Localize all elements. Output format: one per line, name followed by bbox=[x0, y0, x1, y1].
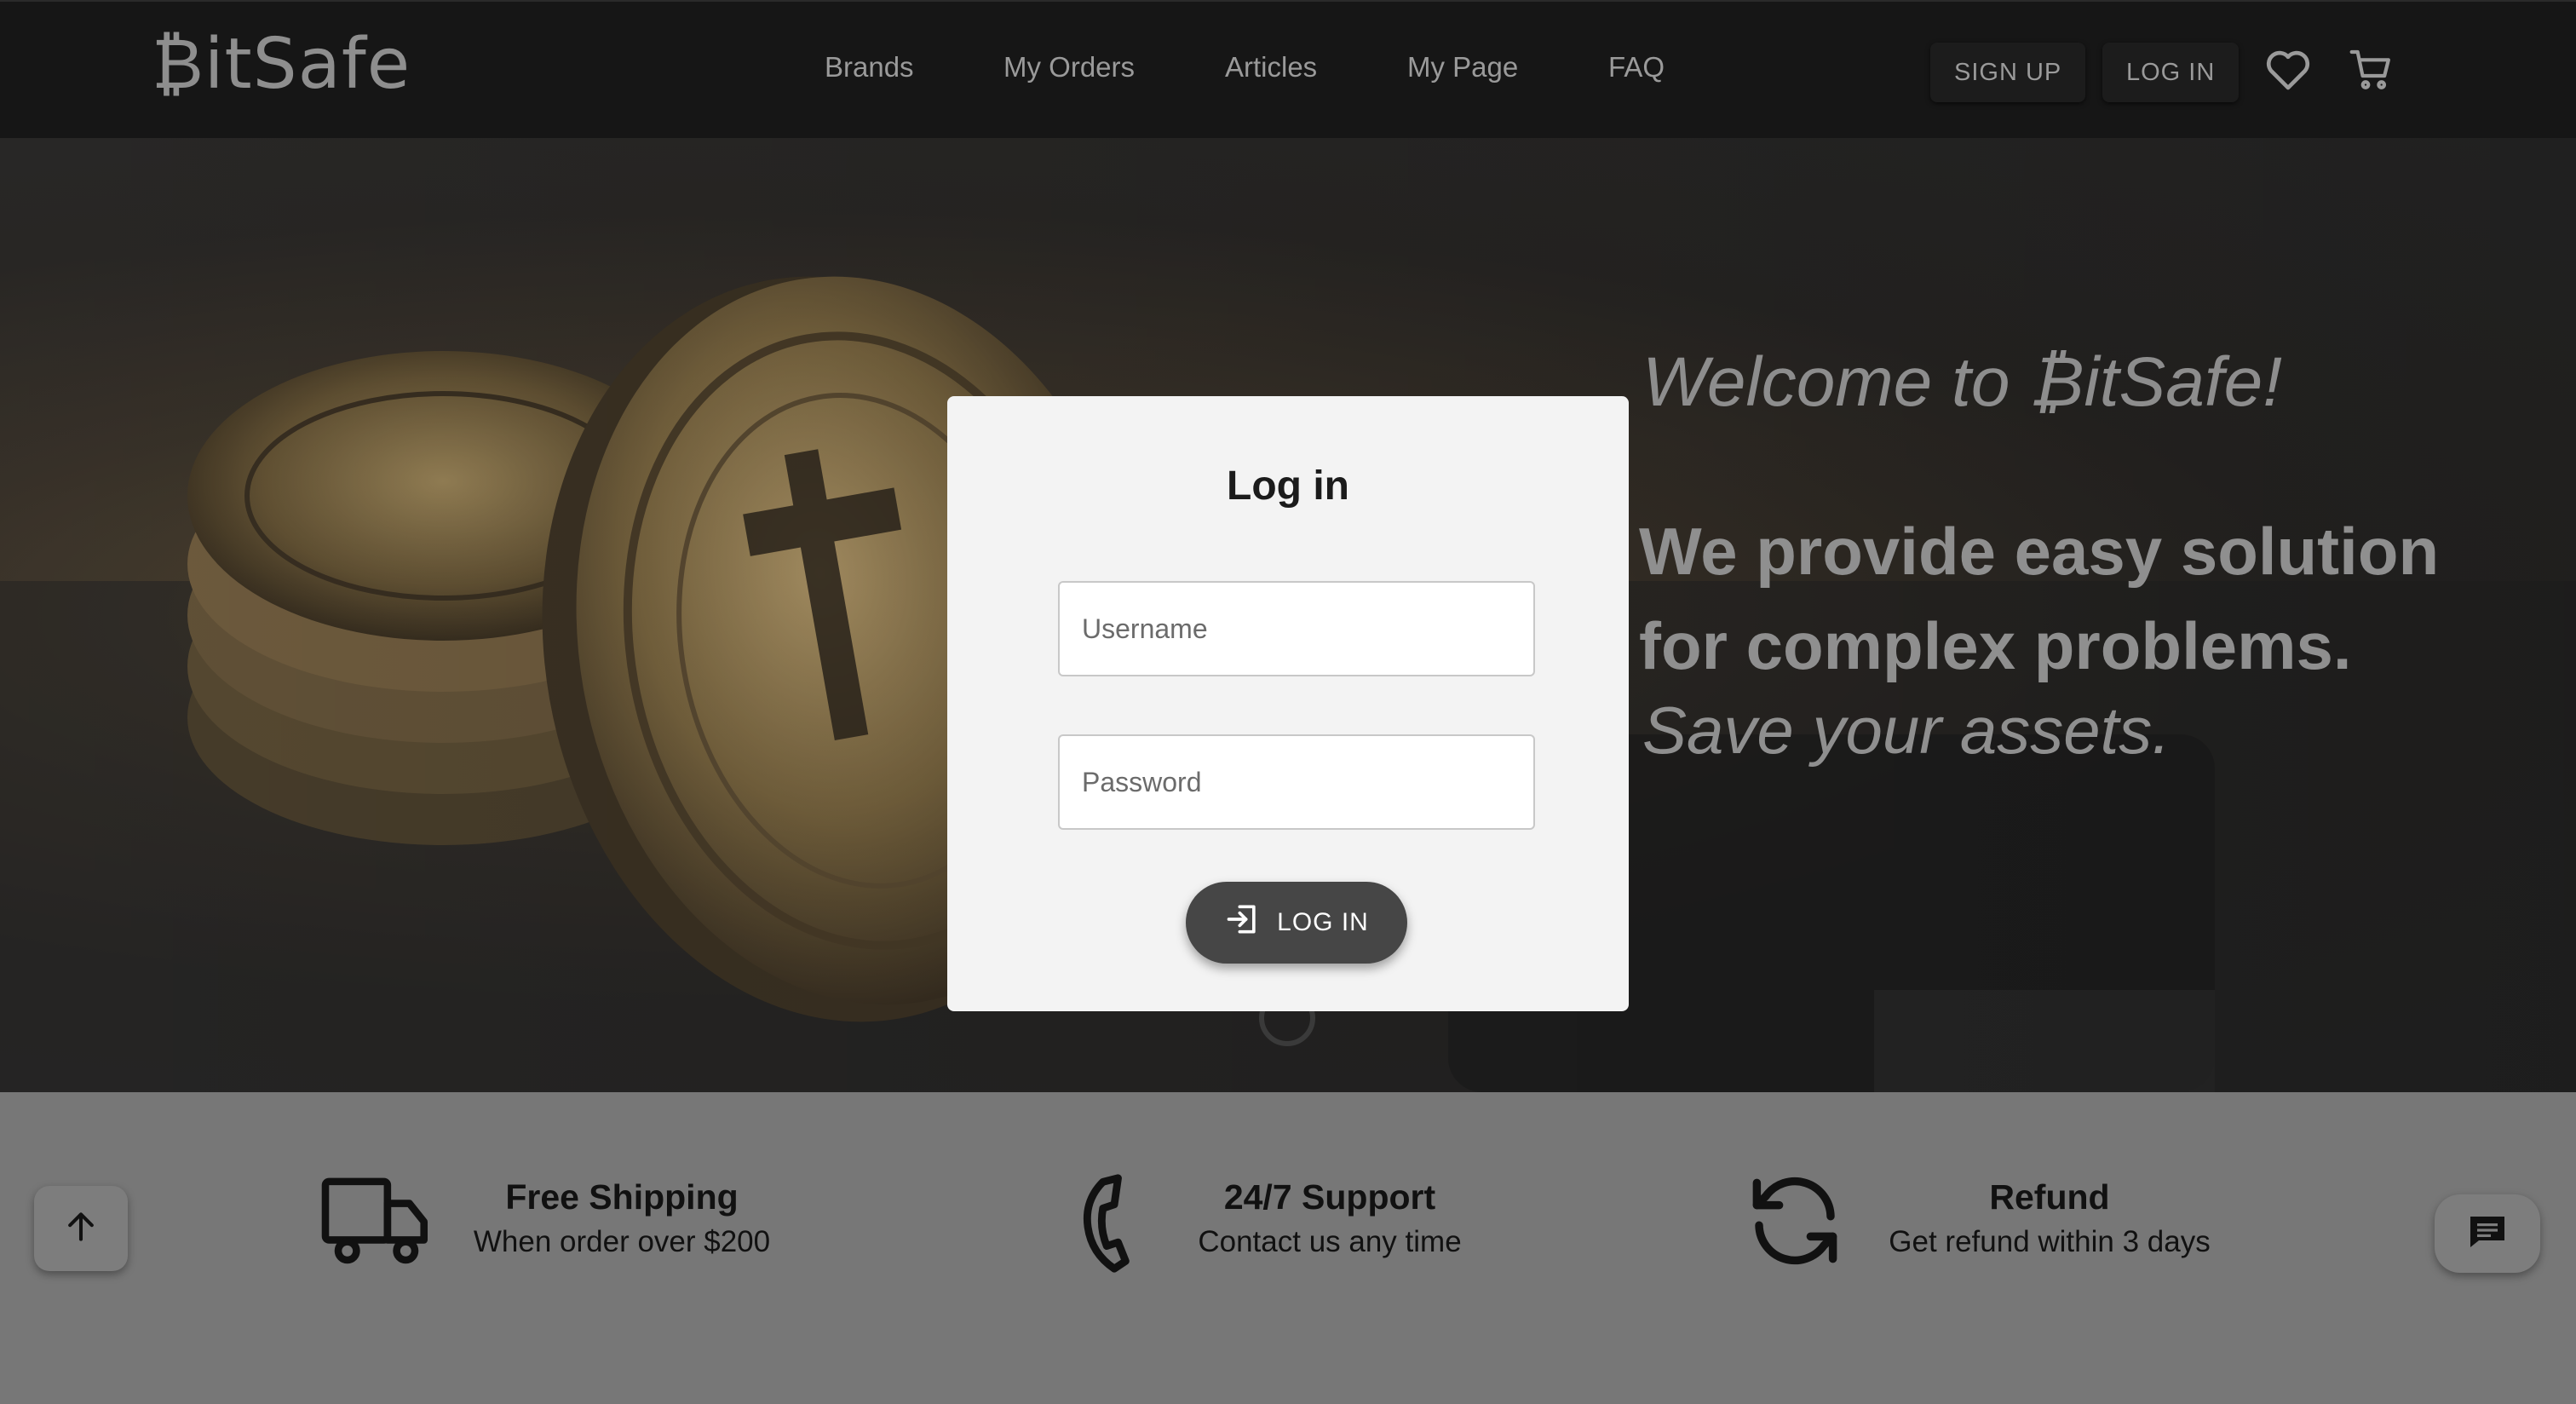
nav-my-page[interactable]: My Page bbox=[1407, 51, 1518, 83]
nav-brands[interactable]: Brands bbox=[825, 51, 914, 83]
feature-title-refund: Refund bbox=[1989, 1177, 2110, 1217]
feature-title-support: 24/7 Support bbox=[1223, 1177, 1436, 1217]
feature-bar: Free Shipping When order over $200 24/7 … bbox=[0, 1092, 2576, 1404]
chat-button[interactable] bbox=[2435, 1194, 2540, 1273]
welcome-heading: Welcome to ₿itSafe! bbox=[1642, 343, 2283, 421]
header-login-button[interactable]: LOG IN bbox=[2102, 43, 2240, 102]
signup-button[interactable]: SIGN UP bbox=[1930, 43, 2086, 102]
password-input[interactable] bbox=[1058, 734, 1535, 830]
hero-subline: Save your assets. bbox=[1642, 693, 2171, 768]
nav-articles[interactable]: Articles bbox=[1225, 51, 1317, 83]
login-icon bbox=[1224, 901, 1262, 945]
top-navbar: ₿itSafe Brands My Orders Articles My Pag… bbox=[0, 0, 2576, 138]
login-submit-button[interactable]: LOG IN bbox=[1186, 882, 1407, 964]
hero-tagline-line1: We provide easy solution bbox=[1639, 514, 2440, 589]
heart-icon[interactable] bbox=[2264, 46, 2312, 94]
nav-faq[interactable]: FAQ bbox=[1608, 51, 1665, 83]
arrow-up-icon bbox=[62, 1208, 100, 1250]
hero-tagline: We provide easy solution for complex pro… bbox=[1639, 504, 2439, 693]
phone-icon bbox=[1075, 1171, 1135, 1280]
feature-subtitle-refund: Get refund within 3 days bbox=[1889, 1225, 2211, 1258]
feature-title-shipping: Free Shipping bbox=[505, 1177, 739, 1217]
nav-my-orders[interactable]: My Orders bbox=[1003, 51, 1135, 83]
chat-icon bbox=[2467, 1213, 2508, 1255]
site-logo[interactable]: ₿itSafe bbox=[152, 24, 411, 105]
login-card: Log in LOG IN bbox=[947, 396, 1629, 1011]
cart-icon[interactable] bbox=[2348, 46, 2395, 94]
feature-subtitle-shipping: When order over $200 bbox=[473, 1225, 771, 1258]
username-input[interactable] bbox=[1058, 581, 1535, 676]
truck-icon bbox=[317, 1171, 436, 1277]
hero-tagline-line2: for complex problems. bbox=[1639, 608, 2352, 683]
login-submit-label: LOG IN bbox=[1277, 908, 1369, 936]
login-title: Log in bbox=[1227, 463, 1349, 509]
feature-subtitle-support: Contact us any time bbox=[1198, 1225, 1462, 1258]
refresh-icon bbox=[1739, 1167, 1850, 1279]
scroll-top-button[interactable] bbox=[34, 1186, 128, 1271]
